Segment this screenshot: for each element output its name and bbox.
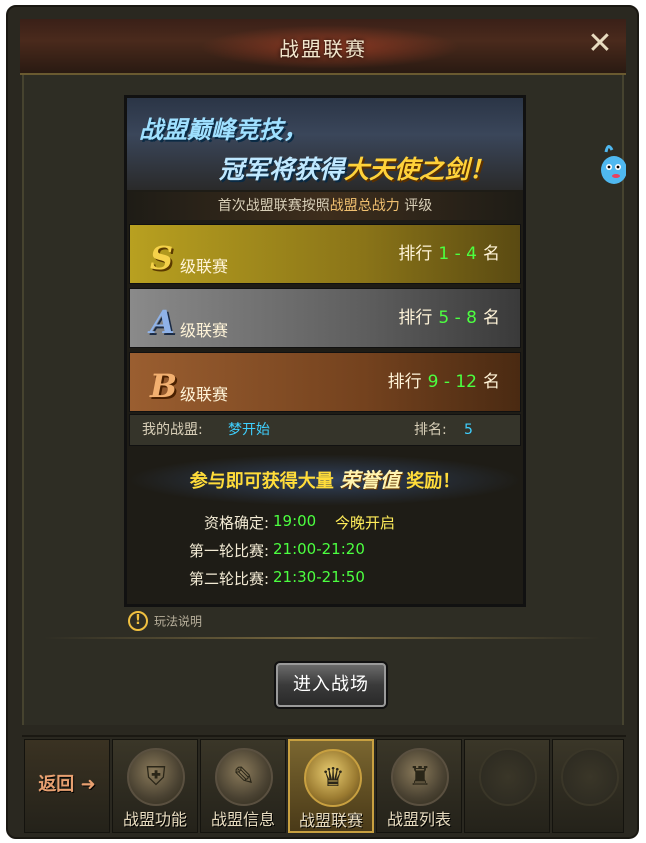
tier-name: 级联赛 [180,257,229,276]
rating-info: 首次战盟联赛按照战盟总战力 评级 [127,192,523,220]
trophy-icon: ♛ [304,749,362,807]
mascot-icon[interactable] [596,140,626,190]
tier-name: 级联赛 [180,321,229,340]
tier-a-row: A 级联赛 排行 5 - 8 名 [129,288,521,348]
rank-range: 1 - 4 [438,244,477,264]
nav-alliance-functions[interactable]: ⛨ 战盟功能 [112,739,198,833]
honor-label: 荣誉值 [340,468,400,492]
schedule-time: 21:30-21:50 [273,568,365,586]
my-alliance-name: 梦开始 [228,422,270,438]
rating-suffix: 评级 [399,198,433,214]
nav-label: 战盟功能 [122,810,187,829]
nav-label: 战盟联赛 [298,811,363,830]
rating-prefix: 首次战盟联赛按照 [217,198,330,214]
title-bar: 战盟联赛 ✕ [20,19,626,75]
banner-line-2-prefix: 冠军将获得 [219,155,345,184]
my-rank-value: 5 [464,422,473,438]
tier-rank: 排行 9 - 12 名 [388,367,500,392]
rank-suffix: 名 [483,372,500,392]
window-title: 战盟联赛 [279,37,367,61]
empty-slot-icon [561,748,619,806]
my-rank-label: 排名: [414,422,447,438]
rules-link[interactable]: ! 玩法说明 [128,611,202,631]
empty-slot-icon [479,748,537,806]
scroll-icon: ✎ [215,748,273,806]
schedule-label: 资格确定: [203,514,269,532]
banner-reward-name: 大天使之剑！ [344,155,495,184]
rank-suffix: 名 [483,244,500,264]
schedule-time: 21:00-21:20 [273,540,365,558]
my-alliance-row: 我的战盟: 梦开始 排名: 5 [129,414,521,446]
back-button[interactable]: 返回 ➜ [24,739,110,833]
nav-label: 战盟列表 [386,810,451,829]
rank-suffix: 名 [483,308,500,328]
nav-label: 战盟信息 [210,810,275,829]
divider [44,637,600,639]
tier-rank: 排行 1 - 4 名 [398,239,500,264]
tier-b-row: B 级联赛 排行 9 - 12 名 [129,352,521,412]
schedule-time: 19:00 [273,512,317,530]
close-icon[interactable]: ✕ [584,29,616,61]
nav-alliance-league[interactable]: ♛ 战盟联赛 [288,739,374,833]
reward-prefix: 参与即可获得大量 [189,471,334,492]
tier-name: 级联赛 [180,385,229,404]
enter-battlefield-button[interactable]: 进入战场 [276,663,386,707]
tier-letter: B [150,367,178,405]
back-label: 返回 [38,774,75,795]
alliance-league-window: 战盟联赛 ✕ 战盟巅峰竞技， 冠军将获得大天使之剑！ 首次战盟联赛按照战盟总战力… [6,5,639,839]
league-info-card: 战盟巅峰竞技， 冠军将获得大天使之剑！ 首次战盟联赛按照战盟总战力 评级 S 级… [124,95,526,607]
nav-empty-slot [464,739,550,833]
rules-label: 玩法说明 [154,614,203,629]
rank-range: 9 - 12 [427,372,477,392]
castle-icon: ♜ [391,748,449,806]
rating-highlight: 战盟总战力 [329,198,400,214]
bottom-nav: 返回 ➜ ⛨ 战盟功能 ✎ 战盟信息 ♛ 战盟联赛 ♜ 战盟列表 [22,735,626,833]
tier-rank: 排行 5 - 8 名 [398,303,500,328]
tier-s-row: S 级联赛 排行 1 - 4 名 [129,224,521,284]
content-panel: 战盟巅峰竞技， 冠军将获得大天使之剑！ 首次战盟联赛按照战盟总战力 评级 S 级… [22,75,624,725]
promo-banner: 战盟巅峰竞技， 冠军将获得大天使之剑！ [127,98,523,190]
banner-line-2: 冠军将获得大天使之剑！ [219,150,494,186]
schedule-note: 今晚开启 [335,514,396,532]
rank-prefix: 排行 [387,372,422,392]
rank-range: 5 - 8 [438,308,477,328]
reward-suffix: 奖励！ [406,471,461,492]
rank-prefix: 排行 [398,308,433,328]
tier-letter: A [150,303,175,341]
nav-alliance-info[interactable]: ✎ 战盟信息 [200,739,286,833]
banner-line-1: 战盟巅峰竞技， [139,116,307,144]
schedule-label: 第一轮比赛: [188,542,269,560]
info-icon: ! [128,611,148,631]
nav-empty-slot [552,739,624,833]
helmet-icon: ⛨ [127,748,185,806]
nav-alliance-list[interactable]: ♜ 战盟列表 [376,739,462,833]
schedule-label: 第二轮比赛: [188,570,269,588]
rank-prefix: 排行 [398,244,433,264]
tier-letter: S [150,239,174,277]
my-alliance-label: 我的战盟: [142,422,203,438]
reward-text: 参与即可获得大量 荣誉值 奖励！ [127,454,523,506]
